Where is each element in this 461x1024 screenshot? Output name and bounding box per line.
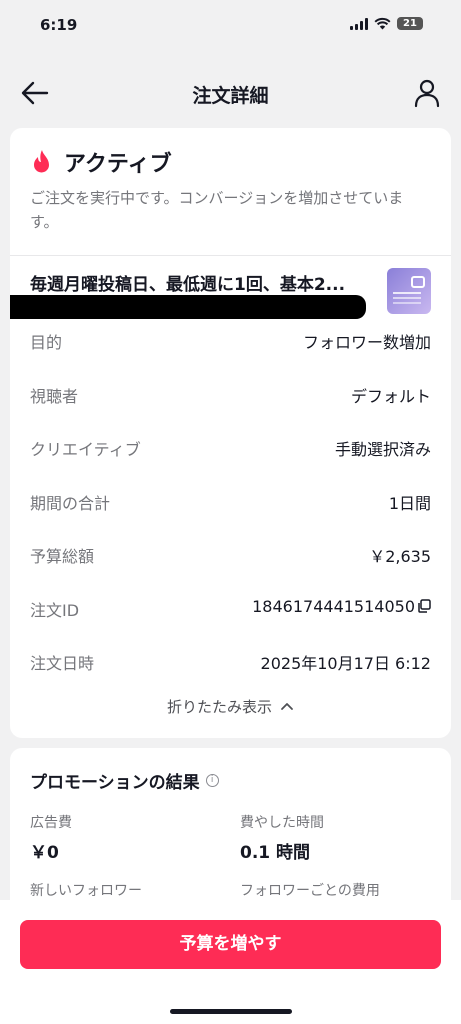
detail-label: 注文ID [30,600,80,620]
copy-icon[interactable] [417,599,431,613]
detail-row-order-date: 注文日時 2025年10月17日 6:12 [10,634,451,688]
order-detail-card: アクティブ ご注文を実行中です。コンバージョンを増加させています。 毎週月曜投稿… [10,128,451,738]
detail-row-duration: 期間の合計 1日間 [10,474,451,528]
metric-time-spent: 費やした時間 0.1 時間 [240,812,324,863]
user-icon[interactable] [413,78,441,108]
order-id-value[interactable]: 1846174441514050 [252,597,431,616]
results-title: プロモーションの結果 [30,773,200,793]
page-title: 注文詳細 [192,85,269,107]
image-icon [411,276,425,288]
metric-label: フォロワーごとの費用 [240,883,380,899]
order-status-title: アクティブ [64,152,172,177]
battery-icon: 21 [397,17,423,30]
promoted-video-title: 毎週月曜投稿日、最低週に1回、基本2... [30,275,346,295]
collapse-label: 折りたたみ表示 [166,698,272,716]
detail-label: 期間の合計 [30,493,111,513]
metric-new-followers: 新しいフォロワー [30,880,142,900]
detail-label: 注文日時 [30,654,95,673]
video-thumbnail[interactable] [387,268,431,314]
bottom-action-bar: 予算を増やす [0,900,461,1024]
detail-value: フォロワー数増加 [302,333,431,352]
detail-row-budget: 予算総額 ￥2,635 [10,527,451,581]
order-details-list: 目的 フォロワー数増加 視聴者 デフォルト クリエイティブ 手動選択済み 期間の… [10,313,451,688]
detail-label: クリエイティブ [30,440,141,459]
metric-value: ￥0 [30,843,59,863]
detail-value: 手動選択済み [334,440,431,459]
detail-value: ￥2,635 [369,547,431,566]
detail-row-audience: 視聴者 デフォルト [10,367,451,421]
order-status-description: ご注文を実行中です。コンバージョンを増加させています。 [30,189,404,231]
divider [10,255,451,256]
detail-row-creative: クリエイティブ 手動選択済み [10,420,451,474]
chevron-up-icon [281,703,293,710]
detail-value: 1846174441514050 [252,596,415,616]
flame-icon [34,150,49,173]
detail-value: デフォルト [350,386,431,406]
metric-label: 広告費 [30,815,72,831]
collapse-toggle[interactable]: 折りたたみ表示 [10,696,451,717]
order-status-header: アクティブ [30,146,172,178]
results-header: プロモーションの結果 i [30,768,219,793]
detail-value: 1日間 [388,493,431,513]
metric-value: 0.1 時間 [240,843,311,863]
metric-label: 新しいフォロワー [30,883,142,899]
home-indicator [170,1009,292,1014]
detail-label: 視聴者 [30,386,79,406]
thumbnail-text-lines [393,292,421,294]
detail-label: 予算総額 [30,547,95,566]
status-time: 6:19 [40,16,78,34]
detail-value: 2025年10月17日 6:12 [260,654,431,673]
status-bar: 6:19 21 [0,0,461,52]
metric-ad-spend: 広告費 ￥0 [30,812,72,863]
metric-cost-per-follower: フォロワーごとの費用 [240,880,380,900]
wifi-icon [374,17,391,30]
status-icons: 21 [350,17,423,30]
detail-row-objective: 目的 フォロワー数増加 [10,313,451,367]
increase-budget-button[interactable]: 予算を増やす [20,920,441,969]
cellular-signal-icon [350,17,368,30]
info-icon[interactable]: i [205,774,219,787]
detail-row-order-id: 注文ID 1846174441514050 [10,581,451,635]
detail-label: 目的 [30,333,63,352]
metric-label: 費やした時間 [240,815,324,831]
nav-bar: 注文詳細 [0,70,461,116]
